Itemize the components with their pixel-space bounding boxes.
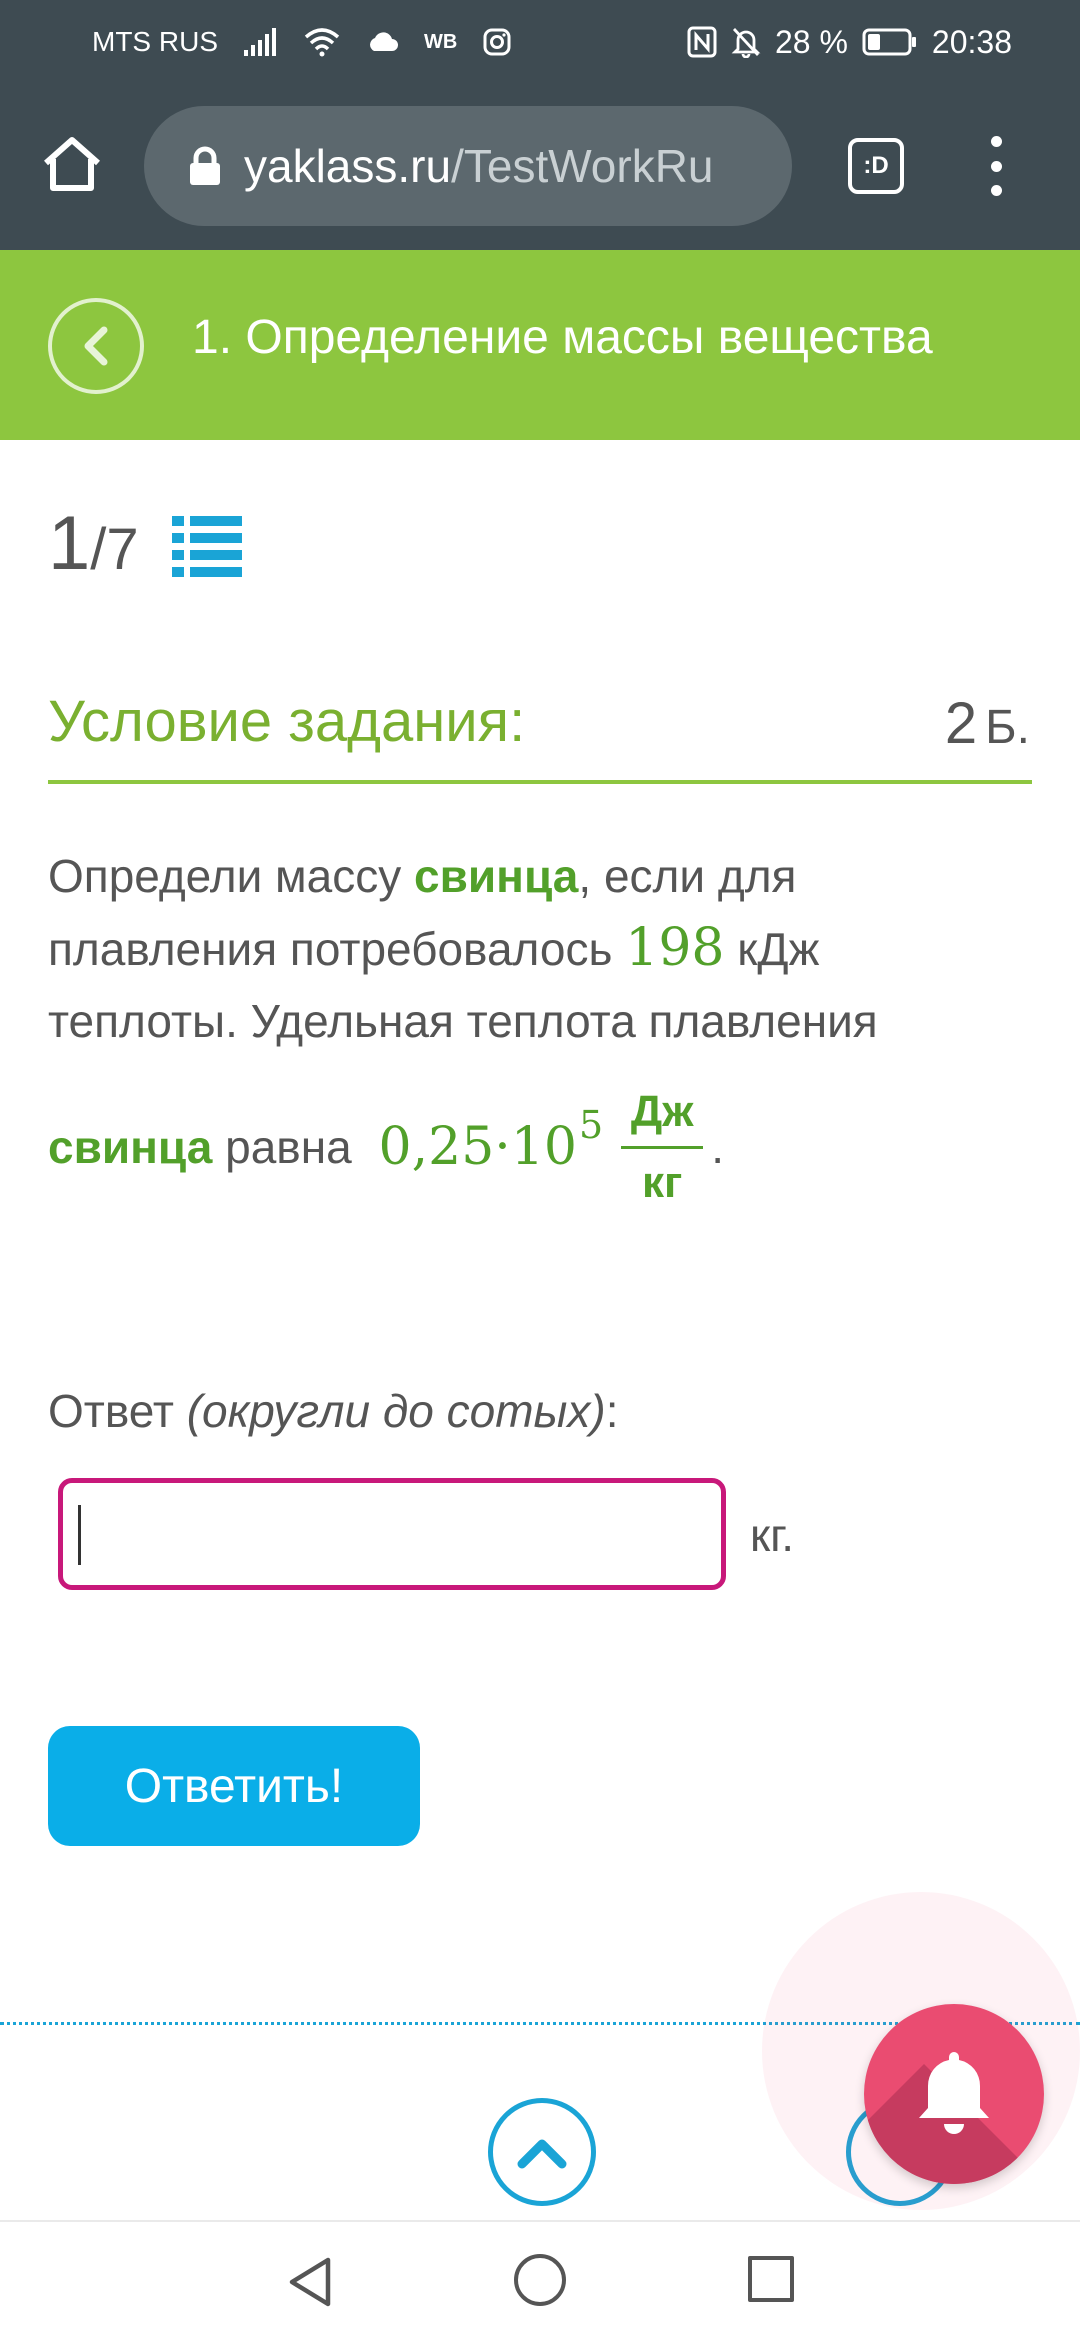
answer-hint: (округли до сотых) [186,1385,606,1437]
points-badge: 2 Б. [945,690,1030,757]
heat-exponent: 5 [579,1103,604,1147]
nav-recent-icon[interactable] [748,2256,794,2302]
chevron-left-icon [84,326,108,366]
counter-total: 7 [106,517,139,582]
more-vert-icon[interactable] [976,132,1016,200]
problem-text-part: равна [212,1121,365,1173]
chevron-up-icon [517,2139,567,2169]
url-host: yaklass.ru [244,140,452,192]
problem-text: Определи массу свинца, если для плавлени… [48,840,988,1057]
answer-colon: : [605,1385,619,1437]
counter-current: 1 [48,501,91,586]
heat-coefficient: 0,25·10 [378,1117,577,1177]
mute-bell-icon [731,26,761,58]
problem-text-part: Определи массу [48,850,415,902]
unit-fraction: Дж кг [621,1084,704,1211]
back-button[interactable] [48,298,144,394]
url-bar[interactable]: yaklass.ru/TestWorkRu [144,106,792,226]
condition-title: Условие задания: [48,689,526,754]
battery-percent: 28 % [774,23,848,60]
carrier-label: MTS RUS [92,26,218,57]
home-icon [44,137,100,191]
points-value: 2 [944,691,978,756]
wifi-icon [304,27,340,57]
answer-label-text: Ответ [48,1385,187,1437]
menu-dot [990,160,1002,172]
nfc-icon [687,26,717,58]
fraction-bar [621,1145,704,1149]
menu-dot [990,136,1002,147]
list-icon[interactable] [172,516,242,578]
nav-home-icon[interactable] [514,2254,566,2306]
substance-highlight: свинца [48,1121,213,1173]
status-left: MTS RUS WB [92,22,511,62]
lock-icon [188,146,222,186]
problem-formula-line: свинца равна 0,25·10 5 Дж кг . [48,1072,724,1222]
answer-label: Ответ (округли до сотых): [48,1384,618,1438]
signal-icon [244,28,278,56]
status-bar: MTS RUS WB 28 % 20:38 [0,0,1080,82]
bell-icon [919,2052,989,2134]
wb-badge: WB [424,30,458,53]
text-caret [78,1505,81,1565]
topic-title: 1. Определение массы вещества [192,311,933,364]
cloud-icon [366,31,398,53]
fraction-denominator: кг [642,1157,683,1207]
url-path: /TestWorkRu [451,140,714,192]
scroll-up-button[interactable] [488,2098,596,2206]
battery-icon [862,28,918,56]
answer-input[interactable] [58,1478,726,1590]
tabs-button[interactable]: :D [848,138,904,194]
url-text: yaklass.ru/TestWorkRu [244,139,714,193]
points-unit: Б. [985,701,1030,754]
instagram-icon [483,28,511,56]
energy-value: 198 [625,918,725,978]
home-button[interactable] [36,128,108,200]
answer-unit: кг. [750,1509,795,1561]
menu-dot [990,185,1002,196]
status-right: 28 % 20:38 [687,22,1012,62]
notification-fab[interactable] [864,2004,1044,2184]
question-counter: 1 / 7 [48,500,139,587]
problem-period: . [711,1121,724,1173]
clock: 20:38 [931,23,1012,60]
nav-back-icon[interactable] [282,2254,338,2310]
topic-header: 1. Определение массы вещества [0,250,1080,440]
browser-toolbar: yaklass.ru/TestWorkRu :D [0,82,1080,250]
counter-separator: / [90,517,107,582]
condition-divider [48,780,1032,784]
substance-highlight: свинца [414,850,579,902]
submit-button[interactable]: Ответить! [48,1726,420,1846]
fraction-numerator: Дж [630,1086,694,1136]
system-nav-bar [0,2220,1080,2340]
